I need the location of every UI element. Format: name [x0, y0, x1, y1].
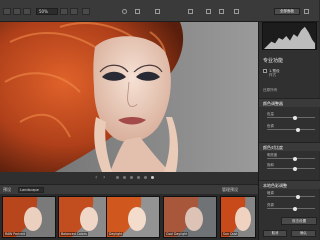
slider-handle[interactable] [296, 194, 300, 199]
prev-arrow-icon[interactable]: ‹ [95, 174, 97, 181]
rotate-icon[interactable] [219, 9, 224, 14]
section-title: 颜色调整器 [263, 101, 283, 106]
undo-button[interactable] [3, 8, 11, 15]
preset-category-select[interactable]: Landscape [18, 186, 44, 193]
tab-all-panels[interactable]: 全部面板 [274, 8, 300, 15]
shadows-slider[interactable] [267, 194, 315, 199]
panel-title: 专业功能 [263, 58, 284, 64]
preset-name: Balanced Colors [60, 232, 88, 236]
preset-thumbnail[interactable]: RAW Portrait [2, 196, 56, 238]
slider-handle[interactable] [296, 127, 300, 132]
page-dot[interactable] [116, 176, 119, 179]
section-color-adjust[interactable]: 颜色调整器 [259, 98, 320, 107]
slider-handle[interactable] [293, 166, 297, 171]
window-icon[interactable] [234, 9, 239, 14]
highlights-slider[interactable] [267, 206, 315, 211]
top-toolbar: 50% 全部面板 [0, 0, 319, 22]
preset-filmstrip: RAW Portrait Balanced Colors Daylight Co… [0, 194, 258, 240]
crop-icon[interactable] [155, 9, 160, 14]
next-arrow-icon[interactable]: › [103, 174, 105, 181]
fit-button[interactable] [82, 8, 90, 15]
ok-button[interactable]: 确认 [291, 230, 316, 237]
preset-name: Sun Dust [222, 232, 239, 236]
compare-icon[interactable] [135, 9, 140, 14]
section-title: 颜色对比度 [263, 145, 283, 150]
cancel-button[interactable]: 取消 [263, 230, 287, 237]
zoom-in-button[interactable] [60, 8, 68, 15]
section-local-color[interactable]: 本地色彩调整 [259, 180, 320, 189]
reset-all-link[interactable]: 还原所有 [263, 88, 277, 93]
preset-style-label: 样式 [269, 73, 277, 77]
redo-button[interactable] [13, 8, 21, 15]
preview-eye-icon[interactable] [122, 9, 127, 14]
brightness-slider[interactable] [267, 156, 315, 161]
preset-bar: 预设 Landscape 管理预设 [0, 184, 258, 194]
saturation-slider[interactable] [267, 166, 315, 171]
section-title: 本地色彩调整 [263, 183, 287, 188]
preset-thumbnail[interactable]: Cool Daylight [163, 196, 217, 238]
preset-checkbox[interactable] [263, 69, 267, 73]
photo-canvas[interactable] [0, 22, 258, 172]
apply-settings-button[interactable]: 双击设置 [281, 217, 317, 225]
portrait-photo [0, 22, 258, 172]
page-dot[interactable] [123, 176, 126, 179]
tint-slider[interactable] [267, 127, 315, 132]
settings-gear-icon[interactable] [304, 9, 309, 14]
slider-label: 亮调 [267, 203, 274, 207]
preset-name: Cool Daylight [165, 232, 189, 236]
history-icon[interactable] [206, 9, 211, 14]
preset-name: RAW Portrait [4, 232, 26, 236]
section-color-contrast[interactable]: 颜色对比度 [259, 142, 320, 151]
slider-handle[interactable] [293, 115, 297, 120]
preset-name: Daylight [108, 232, 124, 236]
adjustments-panel: 专业功能 1.预设 样式 还原所有 颜色调整器 色温 色调 颜色对比度 明亮度 … [258, 22, 320, 240]
presets-label: 预设 [3, 187, 11, 192]
view-navigation: ‹ › [0, 172, 258, 184]
slider-label: 饱和 [267, 163, 274, 167]
slider-label: 色调 [267, 124, 274, 128]
zoom-out-button[interactable] [70, 8, 78, 15]
slider-handle[interactable] [293, 206, 297, 211]
page-dot[interactable] [144, 176, 147, 179]
temperature-slider[interactable] [267, 115, 315, 120]
page-dot-active[interactable] [151, 176, 154, 179]
preset-thumbnail[interactable]: Daylight [106, 196, 160, 238]
slider-label: 色温 [267, 112, 274, 116]
zoom-level[interactable]: 50% [36, 8, 58, 15]
slider-handle[interactable] [293, 156, 297, 161]
preset-thumbnail[interactable]: Sun Dust [220, 196, 256, 238]
manage-presets-link[interactable]: 管理预设 [222, 187, 238, 193]
slider-label: 暗调 [267, 191, 274, 195]
slider-label: 明亮度 [267, 153, 278, 157]
page-dot[interactable] [137, 176, 140, 179]
page-dot[interactable] [130, 176, 133, 179]
reset-view-button[interactable] [23, 8, 31, 15]
preset-thumbnail[interactable]: Balanced Colors [58, 196, 112, 238]
histogram [262, 22, 317, 50]
mask-icon[interactable] [188, 9, 193, 14]
